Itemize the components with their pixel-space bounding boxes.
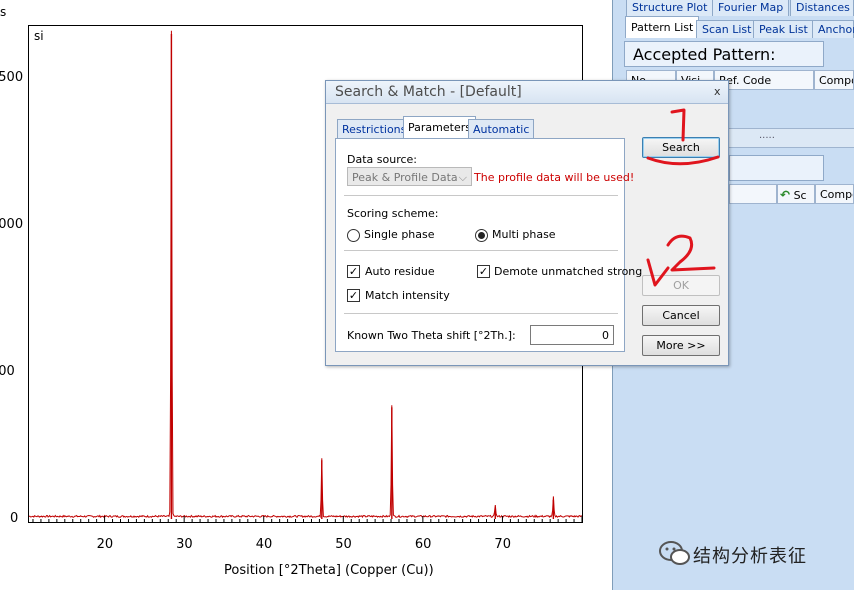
annotation-checkmark (646, 258, 670, 287)
annotation-underline-search (646, 155, 720, 166)
watermark-text: 结构分析表征 (693, 546, 807, 567)
annotation-number-two-stroke (666, 234, 716, 272)
red-annotation-layer (646, 108, 720, 287)
wechat-logo-icon (659, 541, 690, 565)
annotation-number-one-stroke (670, 108, 686, 142)
